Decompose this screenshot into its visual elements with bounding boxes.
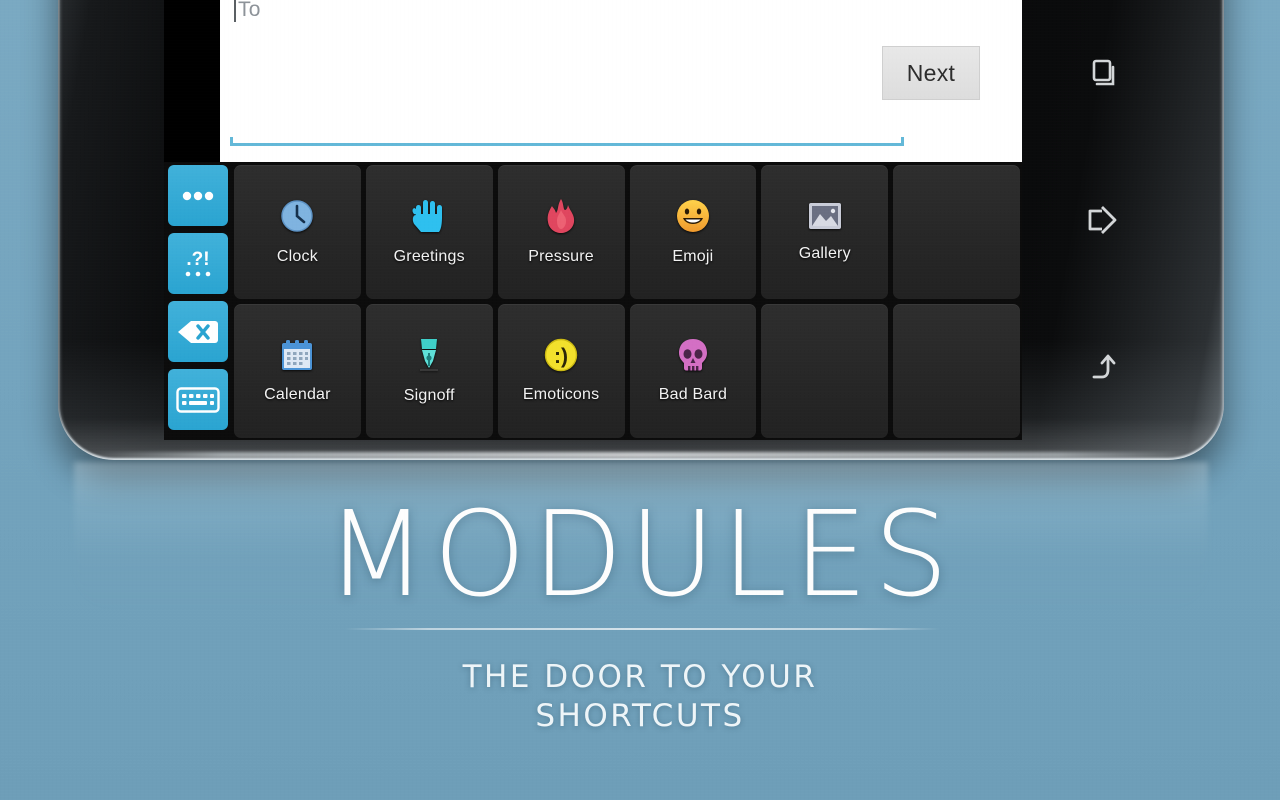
module-label: Calendar	[264, 386, 331, 403]
title-divider	[345, 628, 940, 630]
module-tile-signoff[interactable]: Signoff	[365, 304, 493, 438]
module-tile-bad-bard[interactable]: Bad Bard	[629, 304, 757, 438]
hide-keyboard-key[interactable]	[168, 369, 228, 430]
module-tile-pressure[interactable]: Pressure	[497, 165, 625, 299]
punctuation-key[interactable]: .?!	[168, 233, 228, 294]
page-title: MODULES	[325, 485, 955, 623]
subtitle-line-2: SHORTCUTS	[535, 697, 745, 734]
to-placeholder: To	[238, 0, 261, 21]
svg-text:.?!: .?!	[186, 249, 209, 270]
skull-icon	[677, 338, 709, 378]
back-icon	[1092, 354, 1116, 379]
module-label: Bad Bard	[658, 386, 728, 403]
punctuation-icon: .?!	[185, 249, 211, 276]
next-button[interactable]: Next	[882, 46, 980, 100]
clock-icon	[279, 198, 315, 240]
recent-apps-button[interactable]	[1074, 45, 1130, 101]
emoticon-icon: :)	[544, 338, 578, 378]
keyboard-panel: .?! Clock Greetings Pressure Emoji Galle…	[164, 162, 1022, 440]
module-label: Clock	[276, 248, 318, 265]
android-navbar	[1022, 0, 1182, 440]
recent-apps-icon	[1092, 60, 1115, 86]
module-tile-greetings[interactable]: Greetings	[365, 165, 493, 299]
text-caret	[234, 0, 236, 22]
backspace-key[interactable]	[168, 301, 228, 362]
to-field-underline	[230, 137, 904, 146]
hand-icon	[412, 198, 446, 240]
module-tile-empty	[893, 304, 1020, 438]
modules-grid: Clock Greetings Pressure Emoji Gallery C…	[234, 165, 1020, 438]
module-tile-clock[interactable]: Clock	[234, 165, 361, 299]
phone-screen: To Next .?! Clock Greetings Pressure Emo…	[164, 0, 1022, 440]
flame-icon	[546, 198, 576, 240]
svg-text::): :)	[554, 345, 568, 368]
keyboard-icon	[176, 386, 220, 413]
keyboard-sidebar: .?!	[168, 165, 228, 430]
subtitle-line-1: THE DOOR TO YOUR	[462, 659, 818, 695]
module-label: Signoff	[403, 387, 455, 404]
module-label: Pressure	[528, 248, 594, 265]
page-subtitle: THE DOOR TO YOUR SHORTCUTS	[0, 658, 1280, 736]
to-field[interactable]: To	[234, 0, 261, 22]
module-tile-emoji[interactable]: Emoji	[629, 165, 757, 299]
more-options-key[interactable]	[168, 165, 228, 226]
picture-icon	[808, 201, 842, 237]
module-tile-empty	[761, 304, 889, 438]
home-icon	[1088, 205, 1117, 234]
module-label: Greetings	[393, 248, 465, 265]
smiley-icon	[675, 198, 711, 240]
module-tile-calendar[interactable]: Calendar	[234, 304, 361, 438]
pen-nib-icon	[416, 337, 442, 379]
backspace-icon	[178, 320, 218, 343]
three-dots-icon	[182, 191, 214, 200]
back-button[interactable]	[1074, 339, 1130, 395]
calendar-icon	[280, 338, 314, 378]
compose-area: To Next	[220, 0, 1022, 162]
module-label: Emoji	[672, 248, 714, 265]
module-tile-emoticons[interactable]: :) Emoticons	[497, 304, 625, 438]
module-tile-empty	[893, 165, 1020, 299]
home-button[interactable]	[1074, 192, 1130, 248]
module-tile-gallery[interactable]: Gallery	[761, 165, 889, 299]
module-label: Emoticons	[522, 386, 600, 403]
promo-screenshot: To Next .?! Clock Greetings Pressure Emo…	[0, 0, 1280, 800]
module-label: Gallery	[798, 245, 851, 262]
